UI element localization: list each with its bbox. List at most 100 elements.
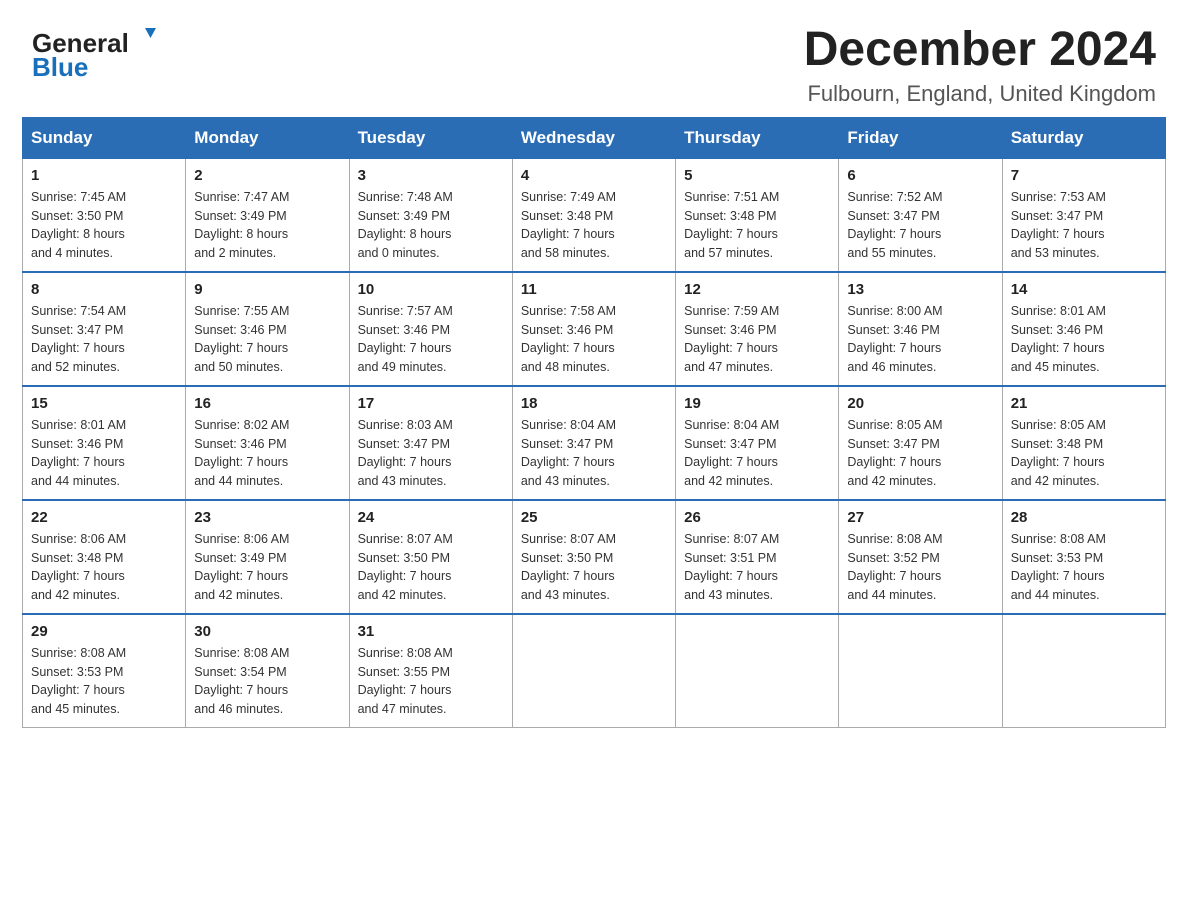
day-number: 13 [847, 281, 993, 298]
day-info: Sunrise: 8:07 AMSunset: 3:50 PMDaylight:… [521, 530, 667, 605]
day-info: Sunrise: 7:55 AMSunset: 3:46 PMDaylight:… [194, 302, 340, 377]
day-info: Sunrise: 8:08 AMSunset: 3:53 PMDaylight:… [31, 644, 177, 719]
calendar-table: Sunday Monday Tuesday Wednesday Thursday… [22, 117, 1166, 728]
day-number: 2 [194, 167, 340, 184]
day-info: Sunrise: 8:01 AMSunset: 3:46 PMDaylight:… [1011, 302, 1157, 377]
day-info: Sunrise: 8:05 AMSunset: 3:47 PMDaylight:… [847, 416, 993, 491]
table-row: 9 Sunrise: 7:55 AMSunset: 3:46 PMDayligh… [186, 272, 349, 386]
table-row: 14 Sunrise: 8:01 AMSunset: 3:46 PMDaylig… [1002, 272, 1165, 386]
day-number: 31 [358, 623, 504, 640]
day-number: 10 [358, 281, 504, 298]
col-monday: Monday [186, 117, 349, 158]
day-number: 4 [521, 167, 667, 184]
day-info: Sunrise: 8:02 AMSunset: 3:46 PMDaylight:… [194, 416, 340, 491]
day-number: 7 [1011, 167, 1157, 184]
day-number: 21 [1011, 395, 1157, 412]
day-number: 23 [194, 509, 340, 526]
col-saturday: Saturday [1002, 117, 1165, 158]
day-number: 29 [31, 623, 177, 640]
table-row: 7 Sunrise: 7:53 AMSunset: 3:47 PMDayligh… [1002, 158, 1165, 272]
day-number: 9 [194, 281, 340, 298]
table-row: 3 Sunrise: 7:48 AMSunset: 3:49 PMDayligh… [349, 158, 512, 272]
logo: General Blue [32, 24, 162, 79]
day-number: 5 [684, 167, 830, 184]
table-row: 1 Sunrise: 7:45 AMSunset: 3:50 PMDayligh… [23, 158, 186, 272]
calendar-week-row: 1 Sunrise: 7:45 AMSunset: 3:50 PMDayligh… [23, 158, 1166, 272]
day-info: Sunrise: 7:51 AMSunset: 3:48 PMDaylight:… [684, 188, 830, 263]
day-info: Sunrise: 8:08 AMSunset: 3:55 PMDaylight:… [358, 644, 504, 719]
table-row: 15 Sunrise: 8:01 AMSunset: 3:46 PMDaylig… [23, 386, 186, 500]
day-number: 6 [847, 167, 993, 184]
day-info: Sunrise: 8:05 AMSunset: 3:48 PMDaylight:… [1011, 416, 1157, 491]
day-info: Sunrise: 8:07 AMSunset: 3:51 PMDaylight:… [684, 530, 830, 605]
calendar: Sunday Monday Tuesday Wednesday Thursday… [0, 117, 1188, 750]
day-info: Sunrise: 7:53 AMSunset: 3:47 PMDaylight:… [1011, 188, 1157, 263]
day-number: 25 [521, 509, 667, 526]
day-info: Sunrise: 8:07 AMSunset: 3:50 PMDaylight:… [358, 530, 504, 605]
day-number: 1 [31, 167, 177, 184]
table-row: 31 Sunrise: 8:08 AMSunset: 3:55 PMDaylig… [349, 614, 512, 728]
table-row: 30 Sunrise: 8:08 AMSunset: 3:54 PMDaylig… [186, 614, 349, 728]
table-row: 16 Sunrise: 8:02 AMSunset: 3:46 PMDaylig… [186, 386, 349, 500]
day-number: 28 [1011, 509, 1157, 526]
table-row: 2 Sunrise: 7:47 AMSunset: 3:49 PMDayligh… [186, 158, 349, 272]
day-number: 16 [194, 395, 340, 412]
table-row [1002, 614, 1165, 728]
calendar-week-row: 22 Sunrise: 8:06 AMSunset: 3:48 PMDaylig… [23, 500, 1166, 614]
table-row: 17 Sunrise: 8:03 AMSunset: 3:47 PMDaylig… [349, 386, 512, 500]
day-number: 27 [847, 509, 993, 526]
day-info: Sunrise: 7:59 AMSunset: 3:46 PMDaylight:… [684, 302, 830, 377]
table-row: 10 Sunrise: 7:57 AMSunset: 3:46 PMDaylig… [349, 272, 512, 386]
table-row: 6 Sunrise: 7:52 AMSunset: 3:47 PMDayligh… [839, 158, 1002, 272]
month-title: December 2024 [804, 24, 1156, 77]
day-number: 15 [31, 395, 177, 412]
col-thursday: Thursday [676, 117, 839, 158]
day-info: Sunrise: 8:08 AMSunset: 3:54 PMDaylight:… [194, 644, 340, 719]
col-friday: Friday [839, 117, 1002, 158]
day-number: 12 [684, 281, 830, 298]
day-info: Sunrise: 8:06 AMSunset: 3:48 PMDaylight:… [31, 530, 177, 605]
table-row: 23 Sunrise: 8:06 AMSunset: 3:49 PMDaylig… [186, 500, 349, 614]
day-info: Sunrise: 8:01 AMSunset: 3:46 PMDaylight:… [31, 416, 177, 491]
day-info: Sunrise: 7:54 AMSunset: 3:47 PMDaylight:… [31, 302, 177, 377]
day-info: Sunrise: 7:47 AMSunset: 3:49 PMDaylight:… [194, 188, 340, 263]
day-number: 24 [358, 509, 504, 526]
table-row: 28 Sunrise: 8:08 AMSunset: 3:53 PMDaylig… [1002, 500, 1165, 614]
day-info: Sunrise: 7:49 AMSunset: 3:48 PMDaylight:… [521, 188, 667, 263]
day-info: Sunrise: 8:03 AMSunset: 3:47 PMDaylight:… [358, 416, 504, 491]
day-info: Sunrise: 8:00 AMSunset: 3:46 PMDaylight:… [847, 302, 993, 377]
day-info: Sunrise: 7:45 AMSunset: 3:50 PMDaylight:… [31, 188, 177, 263]
calendar-week-row: 8 Sunrise: 7:54 AMSunset: 3:47 PMDayligh… [23, 272, 1166, 386]
day-number: 8 [31, 281, 177, 298]
table-row: 12 Sunrise: 7:59 AMSunset: 3:46 PMDaylig… [676, 272, 839, 386]
table-row: 8 Sunrise: 7:54 AMSunset: 3:47 PMDayligh… [23, 272, 186, 386]
day-number: 17 [358, 395, 504, 412]
table-row: 18 Sunrise: 8:04 AMSunset: 3:47 PMDaylig… [512, 386, 675, 500]
day-number: 14 [1011, 281, 1157, 298]
title-area: December 2024 Fulbourn, England, United … [804, 24, 1156, 107]
day-number: 26 [684, 509, 830, 526]
day-number: 22 [31, 509, 177, 526]
table-row: 22 Sunrise: 8:06 AMSunset: 3:48 PMDaylig… [23, 500, 186, 614]
day-number: 30 [194, 623, 340, 640]
table-row: 5 Sunrise: 7:51 AMSunset: 3:48 PMDayligh… [676, 158, 839, 272]
table-row: 4 Sunrise: 7:49 AMSunset: 3:48 PMDayligh… [512, 158, 675, 272]
logo-image: General Blue [32, 24, 162, 79]
day-info: Sunrise: 7:48 AMSunset: 3:49 PMDaylight:… [358, 188, 504, 263]
calendar-header-row: Sunday Monday Tuesday Wednesday Thursday… [23, 117, 1166, 158]
col-tuesday: Tuesday [349, 117, 512, 158]
location-subtitle: Fulbourn, England, United Kingdom [804, 81, 1156, 107]
table-row: 13 Sunrise: 8:00 AMSunset: 3:46 PMDaylig… [839, 272, 1002, 386]
table-row: 20 Sunrise: 8:05 AMSunset: 3:47 PMDaylig… [839, 386, 1002, 500]
calendar-week-row: 15 Sunrise: 8:01 AMSunset: 3:46 PMDaylig… [23, 386, 1166, 500]
table-row: 26 Sunrise: 8:07 AMSunset: 3:51 PMDaylig… [676, 500, 839, 614]
day-info: Sunrise: 7:58 AMSunset: 3:46 PMDaylight:… [521, 302, 667, 377]
table-row [512, 614, 675, 728]
day-info: Sunrise: 7:52 AMSunset: 3:47 PMDaylight:… [847, 188, 993, 263]
day-number: 11 [521, 281, 667, 298]
day-number: 18 [521, 395, 667, 412]
table-row: 11 Sunrise: 7:58 AMSunset: 3:46 PMDaylig… [512, 272, 675, 386]
svg-text:Blue: Blue [32, 52, 88, 79]
table-row: 25 Sunrise: 8:07 AMSunset: 3:50 PMDaylig… [512, 500, 675, 614]
day-info: Sunrise: 8:06 AMSunset: 3:49 PMDaylight:… [194, 530, 340, 605]
